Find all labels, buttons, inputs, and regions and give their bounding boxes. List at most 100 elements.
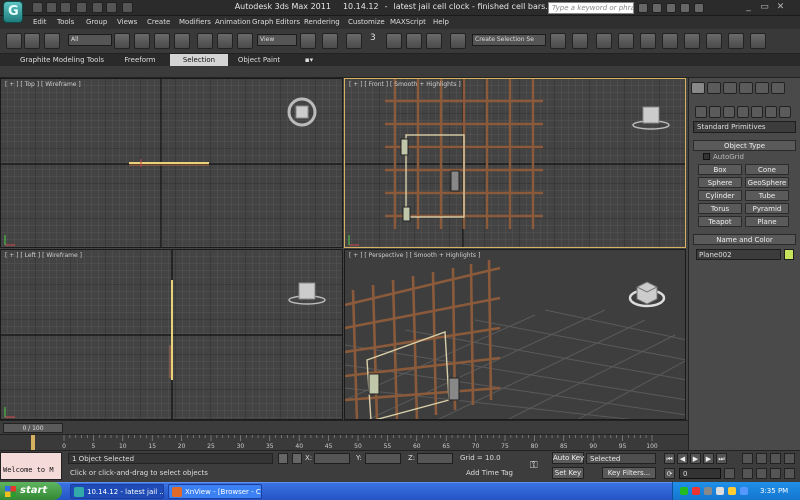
- absolute-mode-icon[interactable]: [292, 453, 302, 464]
- tab-selection[interactable]: Selection: [170, 54, 228, 66]
- object-type-rollout[interactable]: Object Type: [693, 140, 796, 151]
- menu-create[interactable]: Create: [147, 18, 170, 26]
- key-filters-button[interactable]: Key Filters...: [602, 467, 656, 479]
- z-coord-field[interactable]: [417, 453, 453, 464]
- previous-frame-icon[interactable]: ◀: [677, 453, 688, 464]
- align-icon[interactable]: [572, 33, 588, 49]
- menu-group[interactable]: Group: [86, 18, 107, 26]
- pivot-center-icon[interactable]: [300, 33, 316, 49]
- menu-modifiers[interactable]: Modifiers: [179, 18, 211, 26]
- set-key-button[interactable]: Set Key: [552, 467, 584, 479]
- taskbar-item-xnview[interactable]: XnView - [Browser - C...: [168, 484, 262, 499]
- scale-icon[interactable]: [237, 33, 253, 49]
- taskbar-item-3dsmax[interactable]: 10.14.12 - latest jail ...: [70, 484, 164, 499]
- bind-spacewarp-icon[interactable]: [44, 33, 60, 49]
- geosphere-button[interactable]: GeoSphere: [745, 177, 789, 188]
- space-warps-icon[interactable]: [765, 106, 777, 118]
- time-configuration-icon[interactable]: [724, 468, 735, 479]
- graphite-toggle-icon[interactable]: [618, 33, 634, 49]
- tray-update-icon[interactable]: [728, 487, 736, 495]
- viewcube-icon[interactable]: [627, 276, 667, 310]
- utilities-tab-icon[interactable]: [771, 82, 785, 94]
- render-production-icon[interactable]: [750, 33, 766, 49]
- current-frame-field[interactable]: 0: [679, 468, 721, 479]
- tab-object-paint[interactable]: Object Paint: [234, 54, 284, 66]
- autogrid-checkbox[interactable]: [703, 153, 710, 160]
- menu-animation[interactable]: Animation: [215, 18, 251, 26]
- cone-button[interactable]: Cone: [745, 164, 789, 175]
- field-of-view-icon[interactable]: [742, 468, 753, 479]
- modify-tab-icon[interactable]: [707, 82, 721, 94]
- communication-center-icon[interactable]: [666, 3, 676, 13]
- key-mode-dropdown[interactable]: Selected: [586, 453, 656, 464]
- object-name-field[interactable]: Plane002: [696, 249, 781, 260]
- favorites-star-icon[interactable]: [680, 3, 690, 13]
- menu-edit[interactable]: Edit: [33, 18, 47, 26]
- geometry-icon[interactable]: [695, 106, 707, 118]
- unlink-icon[interactable]: [24, 33, 40, 49]
- torus-button[interactable]: Torus: [698, 203, 742, 214]
- object-color-swatch[interactable]: [784, 249, 794, 260]
- lights-icon[interactable]: [723, 106, 735, 118]
- primitive-category-dropdown[interactable]: Standard Primitives: [693, 121, 796, 133]
- ribbon-options-icon[interactable]: ▪▾: [302, 54, 316, 66]
- cameras-icon[interactable]: [737, 106, 749, 118]
- key-mode-toggle-icon[interactable]: ⟳: [664, 468, 675, 479]
- time-slider-handle[interactable]: 0 / 100: [3, 423, 63, 433]
- select-by-name-icon[interactable]: [134, 33, 150, 49]
- viewport-perspective[interactable]: [ + ] [ Perspective ] [ Smooth + Highlig…: [344, 249, 686, 420]
- edit-named-selection-icon[interactable]: [450, 33, 466, 49]
- zoom-extents-icon[interactable]: [770, 453, 781, 464]
- maxscript-listener[interactable]: Welcome to M: [0, 452, 62, 480]
- pan-icon[interactable]: [756, 468, 767, 479]
- tab-freeform[interactable]: Freeform: [120, 54, 160, 66]
- systems-icon[interactable]: [779, 106, 791, 118]
- y-coord-field[interactable]: [365, 453, 401, 464]
- reference-coord-dropdown[interactable]: View: [257, 34, 297, 46]
- teapot-button[interactable]: Teapot: [698, 216, 742, 227]
- tube-button[interactable]: Tube: [745, 190, 789, 201]
- tray-device-icon[interactable]: [704, 487, 712, 495]
- menu-tools[interactable]: Tools: [57, 18, 74, 26]
- tray-volume-icon[interactable]: [716, 487, 724, 495]
- viewport-front[interactable]: [ + ] [ Front ] [ Smooth + Highlights ]: [344, 78, 686, 248]
- selection-region-icon[interactable]: [154, 33, 170, 49]
- sphere-button[interactable]: Sphere: [698, 177, 742, 188]
- menu-rendering[interactable]: Rendering: [304, 18, 340, 26]
- display-tab-icon[interactable]: [755, 82, 769, 94]
- viewport-label-front[interactable]: [ + ] [ Front ] [ Smooth + Highlights ]: [349, 81, 461, 88]
- next-frame-icon[interactable]: ▶: [703, 453, 714, 464]
- angle-snap-icon[interactable]: [386, 33, 402, 49]
- schematic-view-icon[interactable]: [662, 33, 678, 49]
- hierarchy-tab-icon[interactable]: [723, 82, 737, 94]
- maximize-viewport-icon[interactable]: [784, 468, 795, 479]
- move-icon[interactable]: [197, 33, 213, 49]
- named-selection-sets-dropdown[interactable]: Create Selection Se: [472, 34, 546, 46]
- window-crossing-icon[interactable]: [174, 33, 190, 49]
- orbit-icon[interactable]: [770, 468, 781, 479]
- menu-views[interactable]: Views: [117, 18, 137, 26]
- select-object-icon[interactable]: [114, 33, 130, 49]
- curve-editor-icon[interactable]: [640, 33, 656, 49]
- viewport-label-top[interactable]: [ + ] [ Top ] [ Wireframe ]: [5, 81, 81, 88]
- percent-snap-icon[interactable]: [406, 33, 422, 49]
- zoom-all-icon[interactable]: [756, 453, 767, 464]
- close-icon[interactable]: ✕: [774, 2, 787, 13]
- render-setup-icon[interactable]: [706, 33, 722, 49]
- viewcube-icon[interactable]: [287, 97, 317, 127]
- menu-customize[interactable]: Customize: [348, 18, 385, 26]
- tab-graphite-modeling[interactable]: Graphite Modeling Tools: [20, 54, 104, 66]
- mirror-icon[interactable]: [550, 33, 566, 49]
- help-icon[interactable]: [694, 3, 704, 13]
- search-binoculars-icon[interactable]: [638, 3, 648, 13]
- rotate-icon[interactable]: [217, 33, 233, 49]
- create-tab-icon[interactable]: [691, 82, 705, 94]
- select-manipulate-icon[interactable]: [322, 33, 338, 49]
- current-frame-marker[interactable]: [31, 435, 35, 451]
- search-input[interactable]: Type a keyword or phrase: [548, 2, 634, 14]
- zoom-extents-all-icon[interactable]: [784, 453, 795, 464]
- keyboard-shortcut-icon[interactable]: [346, 33, 362, 49]
- tray-bluetooth-icon[interactable]: [740, 487, 748, 495]
- restore-icon[interactable]: ▭: [758, 2, 771, 13]
- shapes-icon[interactable]: [709, 106, 721, 118]
